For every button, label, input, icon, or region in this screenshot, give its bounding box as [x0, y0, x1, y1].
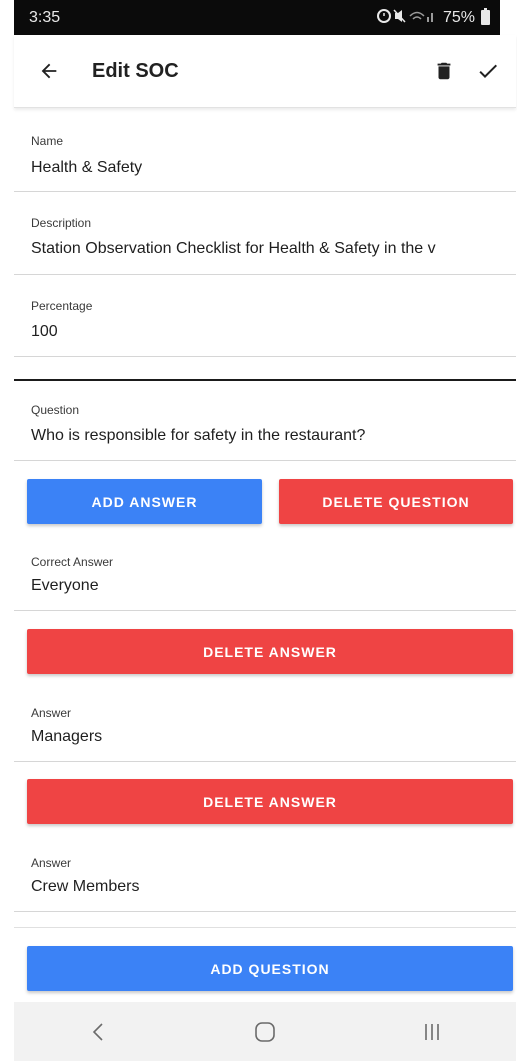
nav-home-icon[interactable] [235, 1010, 295, 1054]
correct-answer-field[interactable]: Correct Answer Everyone [14, 539, 516, 611]
percentage-label: Percentage [31, 299, 93, 313]
answer-label: Answer [31, 706, 72, 720]
question-input[interactable]: Who is responsible for safety in the res… [31, 427, 365, 445]
status-icons-group: 75% [376, 8, 490, 27]
correct-answer-input[interactable]: Everyone [31, 577, 99, 595]
alarm-mute-wifi-signal-icon [376, 9, 433, 23]
description-label: Description [31, 216, 92, 230]
percentage-input[interactable]: 100 [31, 323, 58, 341]
delete-answer-button[interactable]: DELETE ANSWER [27, 779, 513, 824]
answer-label: Answer [31, 856, 72, 870]
answer-input[interactable]: Crew Members [31, 878, 139, 896]
question-label: Question [31, 403, 80, 417]
add-answer-button[interactable]: ADD ANSWER [27, 479, 262, 524]
back-arrow-icon[interactable] [24, 46, 74, 96]
status-bar: 3:35 75% [14, 0, 500, 35]
footer-divider [14, 927, 516, 928]
description-input[interactable]: Station Observation Checklist for Health… [31, 240, 511, 258]
system-nav-bar [14, 1002, 516, 1061]
nav-back-icon[interactable] [68, 1010, 128, 1054]
answer-field[interactable]: Answer Managers [14, 690, 516, 762]
percentage-field[interactable]: Percentage 100 [14, 275, 516, 357]
battery-percent: 75% [442, 8, 475, 26]
app-bar: Edit SOC [14, 35, 516, 108]
description-field[interactable]: Description Station Observation Checklis… [14, 192, 516, 275]
answer-input[interactable]: Managers [31, 728, 102, 746]
delete-answer-button[interactable]: DELETE ANSWER [27, 629, 513, 674]
delete-question-button[interactable]: DELETE QUESTION [279, 479, 513, 524]
nav-recents-icon[interactable] [402, 1010, 462, 1054]
system-status-icons [376, 8, 437, 27]
answer-field[interactable]: Answer Crew Members [14, 840, 516, 912]
add-question-button[interactable]: ADD QUESTION [27, 946, 513, 991]
name-field[interactable]: Name Health & Safety [14, 110, 516, 192]
correct-answer-label: Correct Answer [31, 555, 114, 569]
name-input[interactable]: Health & Safety [31, 159, 142, 177]
question-field[interactable]: Question Who is responsible for safety i… [14, 381, 516, 461]
name-label: Name [31, 134, 64, 148]
battery-icon [481, 8, 490, 25]
page-title: Edit SOC [92, 59, 179, 82]
save-check-icon[interactable] [466, 46, 510, 96]
delete-trash-icon[interactable] [422, 46, 466, 96]
status-time: 3:35 [29, 8, 61, 26]
